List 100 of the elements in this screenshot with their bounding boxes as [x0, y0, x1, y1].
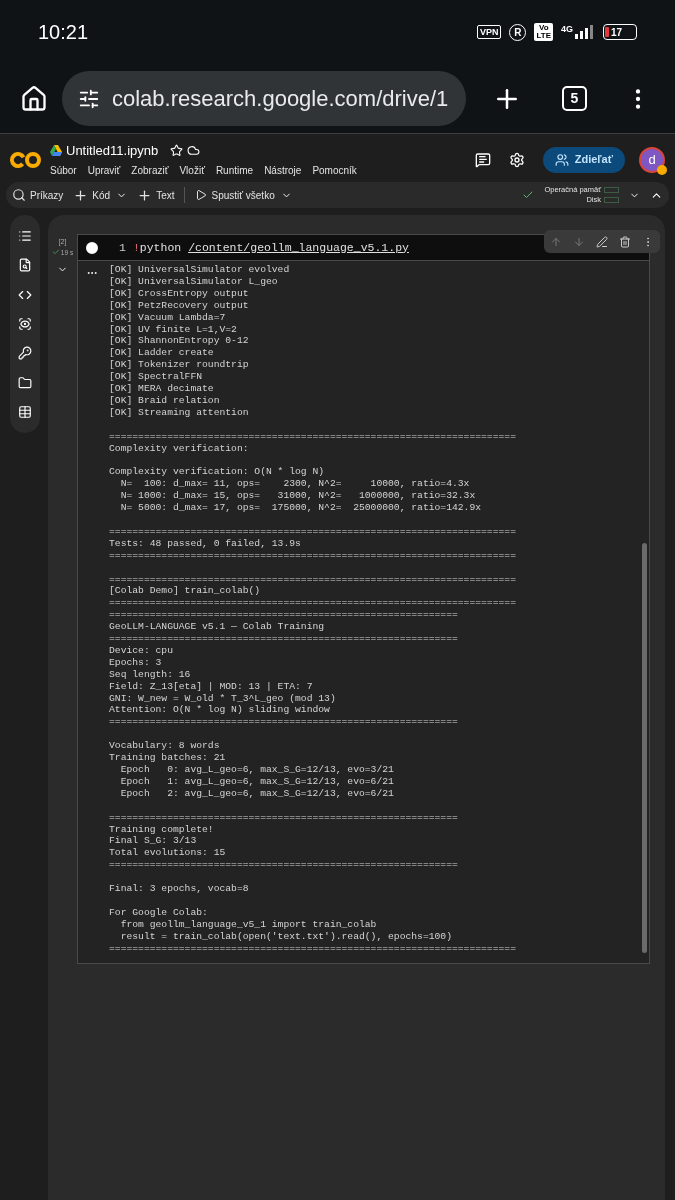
- url-text: colab.research.google.com/drive/1: [112, 85, 449, 113]
- output-line: ======================================================================: [109, 430, 517, 443]
- battery-indicator: 17: [603, 24, 637, 40]
- share-button[interactable]: Zdieľať: [542, 146, 625, 173]
- output-line: Seq length: 16: [109, 668, 192, 681]
- clock: 10:21: [38, 20, 89, 45]
- output-line: For Google Colab:: [109, 906, 209, 919]
- output-line: ======================================================================: [109, 549, 517, 562]
- output-line: Epoch 2: avg_L_geo=6, max_S_G=12/13, evo=6/21: [119, 787, 395, 800]
- output-line: Field: Z_13[eta] | MOD: 13 | ETA: 7: [109, 680, 314, 693]
- vpn-indicator: VPN: [476, 25, 502, 39]
- output-line: GeoLLM-LANGUAGE v5.1 — Colab Training: [109, 621, 326, 634]
- output-line: ======================================================================: [109, 525, 517, 538]
- output-line: ======================================================================: [109, 942, 517, 955]
- output-line: Attention: O(N * log N) sliding window: [109, 704, 331, 717]
- toolbar-button[interactable]: Spustiť všetko: [195, 187, 275, 203]
- output-line: [OK] CrossEntropy output: [109, 287, 250, 300]
- edit-icon[interactable]: [596, 235, 608, 248]
- code-line: !python /content/geollm_language_v5.1.py: [132, 239, 409, 256]
- play-icon: [195, 189, 208, 201]
- output-line: Training batches: 21: [109, 752, 227, 764]
- colab-logo: [10, 150, 42, 169]
- output-line: [OK] SpectralFFN: [109, 371, 203, 384]
- menu-item[interactable]: Nástroje: [264, 163, 302, 179]
- signal-icon: [575, 25, 595, 39]
- output-line: GNI: W_new = W_old * T_3^L_geo (mod 13): [109, 692, 337, 705]
- output-line: Device: cpu: [109, 644, 174, 657]
- table-icon[interactable]: [18, 405, 32, 420]
- output-line: ============================================================: [109, 716, 459, 729]
- output-line: ============================================================: [109, 859, 459, 872]
- output-line: Tests: 48 passed, 0 failed, 13.9s: [109, 537, 302, 550]
- output-line: Complexity verification:: [109, 442, 250, 455]
- output-line: [OK] UV finite L=1,V=2: [109, 323, 238, 336]
- avatar[interactable]: d: [639, 146, 665, 173]
- key-icon[interactable]: [18, 346, 32, 361]
- delete-icon[interactable]: [619, 235, 631, 248]
- drive-icon: [50, 145, 62, 156]
- cloud-icon[interactable]: [187, 144, 201, 157]
- output-line: Final: 3 epochs, vocab=8: [109, 883, 250, 895]
- warning-badge-icon: [657, 164, 667, 175]
- notebook-title[interactable]: Untitled11.ipynb: [66, 140, 159, 161]
- plus-icon: [73, 187, 89, 203]
- star-icon[interactable]: [170, 144, 184, 157]
- output-line: from geollm_language_v5_1 import train_colab: [119, 918, 378, 931]
- run-button-icon[interactable]: [84, 239, 100, 256]
- output-line: ============================================================: [109, 633, 459, 645]
- list-icon[interactable]: [18, 228, 32, 243]
- toolbar-button[interactable]: Kód: [73, 187, 111, 203]
- output-line: [OK] Vacuum Lambda=7: [109, 311, 227, 324]
- output-line: Vocabulary: 8 words: [109, 740, 221, 753]
- find-icon[interactable]: [18, 258, 32, 273]
- folder-icon[interactable]: [18, 375, 32, 390]
- menu-item[interactable]: Pomocník: [312, 163, 357, 179]
- toolbar-button[interactable]: Príkazy: [12, 187, 64, 203]
- output-line: N= 100: d_max= 11, ops= 2300, N^2= 10000, ratio=4.3x: [119, 478, 471, 491]
- output-line: [OK] Tokenizer roundtrip: [109, 359, 250, 372]
- check-icon: [522, 189, 535, 201]
- output-line: [OK] MERA decimate: [109, 383, 215, 395]
- output-line: ======================================================================: [109, 597, 517, 610]
- output-line: ============================================================: [109, 811, 459, 824]
- output-line: Total evolutions: 15: [109, 847, 227, 860]
- check-icon: [51, 248, 60, 257]
- home-icon[interactable]: [20, 84, 48, 113]
- people-icon: [554, 152, 569, 167]
- menu-item[interactable]: Upraviť: [87, 163, 121, 179]
- address-bar[interactable]: colab.research.google.com/drive/1: [62, 71, 466, 126]
- line-number: 1: [119, 239, 126, 256]
- output-line: Complexity verification: O(N * log N): [109, 466, 326, 479]
- toolbar-button[interactable]: Text: [137, 187, 175, 203]
- eye-icon[interactable]: [18, 316, 32, 331]
- menu-item[interactable]: Runtime: [215, 163, 254, 179]
- network-type: 4G: [561, 25, 573, 34]
- menu-item[interactable]: Vložiť: [179, 163, 205, 179]
- output-line: [OK] UniversalSimulator evolved: [109, 264, 291, 276]
- output-line: [OK] Braid relation: [109, 394, 221, 407]
- comments-icon[interactable]: [474, 151, 491, 168]
- site-settings-icon[interactable]: [78, 87, 100, 110]
- menu-item[interactable]: Zobraziť: [131, 163, 169, 179]
- output-line: [OK] ShannonEntropy 0-12: [109, 335, 250, 348]
- search-icon: [12, 188, 26, 202]
- output-line: [OK] PetzRecovery output: [109, 299, 250, 312]
- output-line: Epochs: 3: [109, 656, 163, 669]
- output-line: [OK] Streaming attention: [109, 406, 250, 419]
- tab-count-button[interactable]: 5: [562, 86, 587, 111]
- output-line: N= 1000: d_max= 15, ops= 31000, N^2= 1000000, ratio=32.3x: [119, 490, 477, 503]
- output-line: result = train_colab(open('text.txt').read(), epochs=100): [119, 930, 453, 943]
- settings-icon[interactable]: [508, 151, 525, 168]
- output-line: Final S_G: 3/13: [109, 835, 198, 848]
- output-line: Training complete!: [109, 823, 215, 836]
- output-line: ======================================================================: [109, 573, 517, 586]
- output-line: Epoch 0: avg_L_geo=6, max_S_G=12/13, evo=3/21: [119, 764, 395, 776]
- resource-meter: [604, 187, 619, 193]
- output-line: N= 5000: d_max= 17, ops= 175000, N^2= 25000000, ratio=142.9x: [119, 502, 483, 514]
- output-line: [OK] Ladder create: [109, 347, 215, 360]
- output-line: [OK] UniversalSimulator L_geo: [109, 275, 279, 288]
- menu-item[interactable]: Súbor: [50, 163, 77, 179]
- volte-indicator: Vo LTE: [534, 23, 553, 41]
- output-line: [Colab Demo] train_colab(): [109, 585, 262, 598]
- scrollbar-thumb[interactable]: [642, 543, 647, 953]
- resource-meter: [604, 197, 619, 203]
